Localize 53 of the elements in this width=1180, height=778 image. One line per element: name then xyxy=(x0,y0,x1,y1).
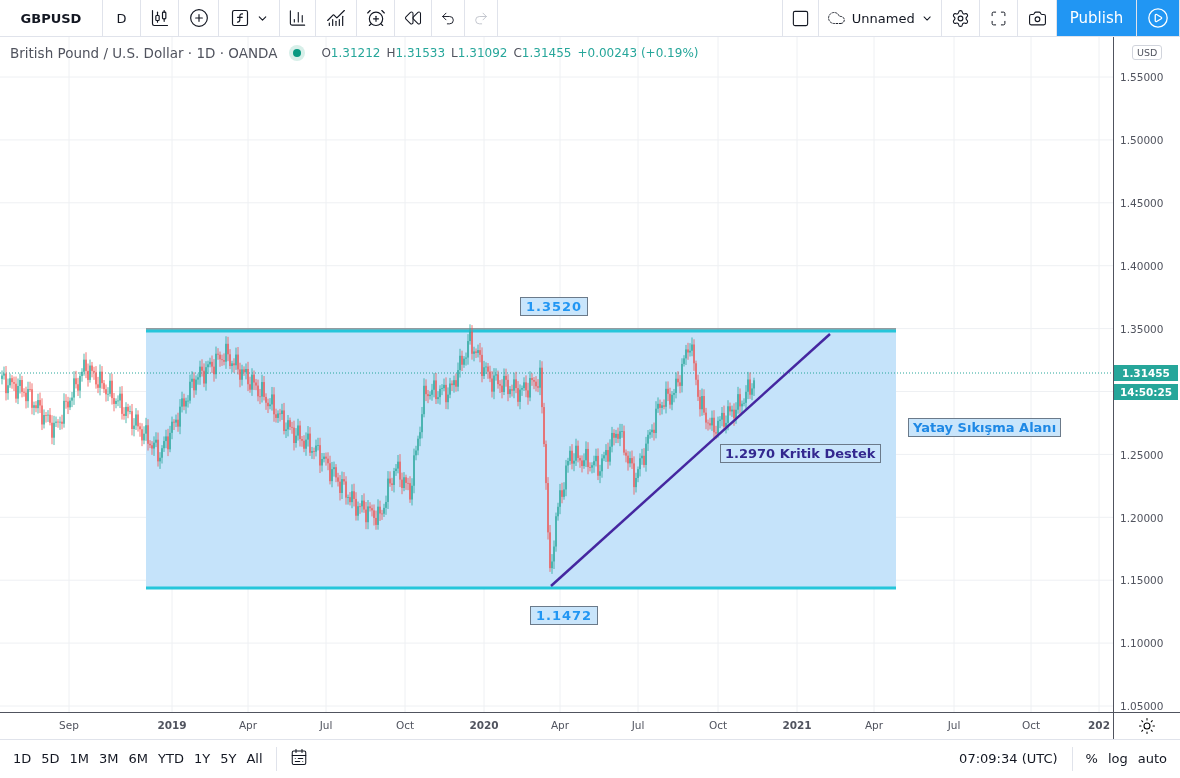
countdown-tag: 14:50:25 xyxy=(1114,384,1178,401)
clock-text: 07:09:34 (UTC) xyxy=(959,751,1058,767)
range-button[interactable]: YTD xyxy=(153,751,189,767)
ohlc-value: H1.31533 xyxy=(386,46,446,61)
price-tick: 1.50000 xyxy=(1120,134,1164,147)
price-label: 1.1472 xyxy=(530,606,599,626)
price-tick: 1.45000 xyxy=(1120,197,1164,210)
time-tick: Oct xyxy=(708,719,728,732)
time-tick: Oct xyxy=(395,719,415,732)
symbol-title: British Pound / U.S. Dollar · 1D · OANDA xyxy=(10,45,278,62)
currency-badge[interactable]: USD xyxy=(1132,45,1163,61)
sun-icon[interactable] xyxy=(1138,717,1156,735)
range-button[interactable]: 1D xyxy=(8,751,37,767)
square-icon[interactable] xyxy=(782,0,819,37)
range-button[interactable]: 5Y xyxy=(215,751,242,767)
range-button[interactable]: 1M xyxy=(64,751,95,767)
time-tick: Apr xyxy=(550,719,570,732)
range-button[interactable]: 6M xyxy=(123,751,154,767)
range-button[interactable]: 5D xyxy=(36,751,65,767)
scale-option[interactable]: log xyxy=(1102,751,1133,767)
price-tick: 1.40000 xyxy=(1120,259,1164,272)
range-button[interactable]: All xyxy=(241,751,268,767)
play-icon[interactable] xyxy=(1137,0,1180,37)
time-tick: Oct xyxy=(1021,719,1041,732)
range-button[interactable]: 1Y xyxy=(188,751,216,767)
price-tick: 1.55000 xyxy=(1120,71,1164,84)
price-label: 1.3520 xyxy=(520,297,589,317)
time-tick: 2021 xyxy=(782,719,812,732)
chart-note: 1.2970 Kritik Destek xyxy=(720,444,881,464)
price-change: +0.00243 (+0.19%) xyxy=(577,46,699,61)
time-tick: Apr xyxy=(238,719,258,732)
time-tick: Jul xyxy=(631,719,645,732)
last-price-tag: 1.31455 xyxy=(1114,365,1178,382)
time-tick: Jul xyxy=(319,719,333,732)
ohlc-value: O1.31212 xyxy=(321,46,381,61)
time-tick: 2019 xyxy=(157,719,187,732)
scale-option[interactable]: % xyxy=(1080,751,1103,767)
price-tick: 1.25000 xyxy=(1120,448,1164,461)
ohlc-value: C1.31455 xyxy=(513,46,572,61)
time-tick: 202 xyxy=(1088,719,1110,732)
price-tick: 1.20000 xyxy=(1120,511,1164,524)
time-tick: Jul xyxy=(947,719,961,732)
time-tick: Apr xyxy=(864,719,884,732)
price-tick: 1.05000 xyxy=(1120,700,1164,713)
price-tick: 1.35000 xyxy=(1120,322,1164,335)
time-tick: Sep xyxy=(59,719,79,732)
price-tick: 1.10000 xyxy=(1120,637,1164,650)
range-button[interactable]: 3M xyxy=(94,751,124,767)
scale-option[interactable]: auto xyxy=(1132,751,1172,767)
time-tick: 2020 xyxy=(469,719,499,732)
chart-note: Yatay Sıkışma Alanı xyxy=(908,418,1062,438)
ohlc-value: L1.31092 xyxy=(451,46,508,61)
price-tick: 1.15000 xyxy=(1120,574,1164,587)
